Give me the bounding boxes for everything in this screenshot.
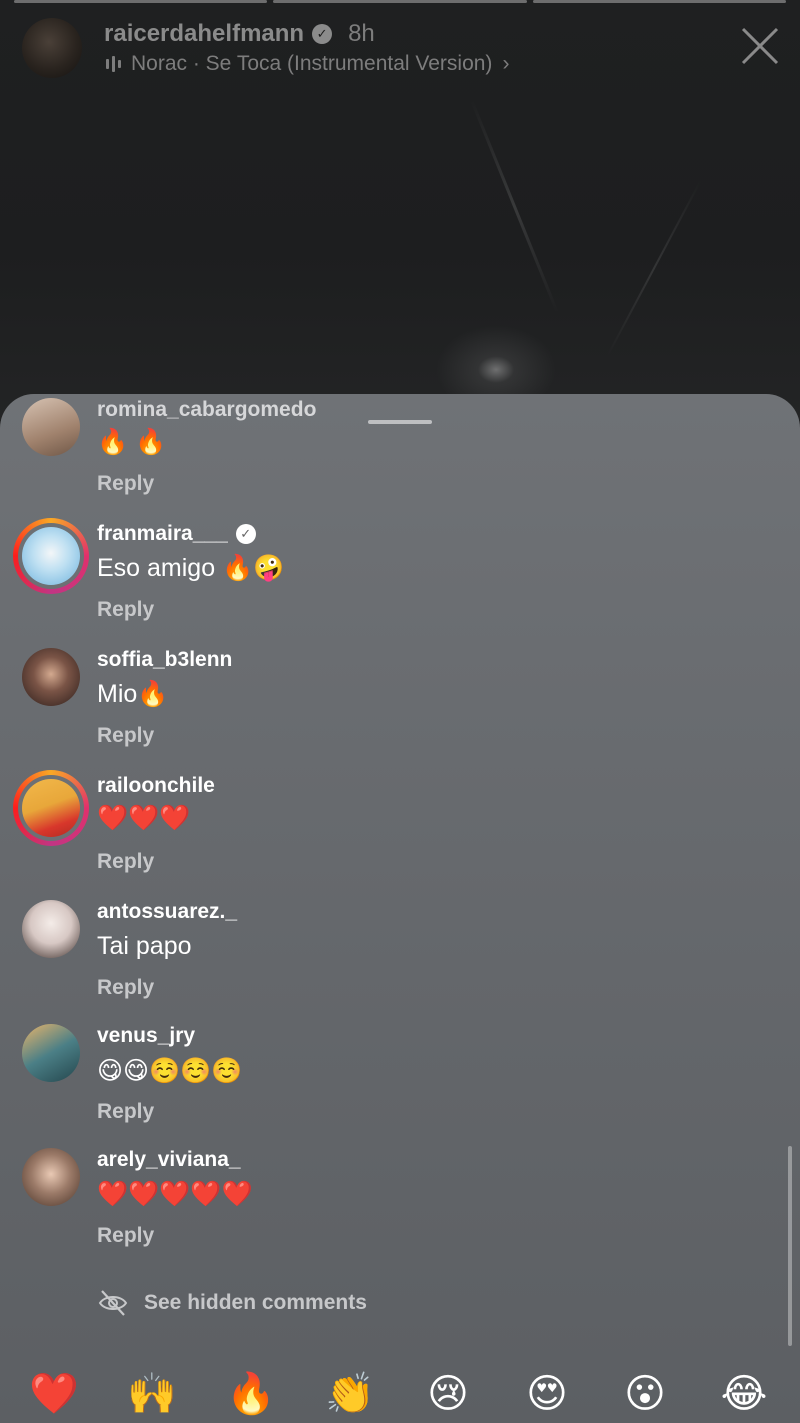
reply-button[interactable]: Reply — [97, 472, 154, 496]
reply-button[interactable]: Reply — [97, 1100, 154, 1124]
comment-text: ❤️❤️❤️ — [97, 804, 191, 832]
music-title[interactable]: Norac · Se Toca (Instrumental Version) — [131, 52, 492, 76]
story-music[interactable]: Norac · Se Toca (Instrumental Version) › — [106, 52, 509, 76]
comment-username[interactable]: soffia_b3lenn — [97, 648, 232, 672]
story-username[interactable]: raicerdahelfmann — [104, 20, 304, 48]
story-header: raicerdahelfmann ✓ 8h Norac · Se Toca (I… — [22, 16, 780, 80]
reaction-fire[interactable]: 🔥 — [221, 1366, 281, 1422]
story-author[interactable]: raicerdahelfmann ✓ 8h — [104, 20, 375, 48]
username-text[interactable]: railoonchile — [97, 774, 215, 798]
comment-text: Tai papo — [97, 932, 192, 960]
comment-username[interactable]: venus_jry — [97, 1024, 195, 1048]
reply-button[interactable]: Reply — [97, 850, 154, 874]
see-hidden-comments-label[interactable]: See hidden comments — [144, 1291, 367, 1315]
see-hidden-comments-button[interactable]: See hidden comments — [98, 1288, 367, 1318]
progress-segment — [14, 0, 268, 3]
story-time: 8h — [348, 20, 375, 47]
comment-text: Eso amigo 🔥🤪 — [97, 554, 285, 582]
comment-username[interactable]: romina_cabargomedo — [97, 398, 316, 422]
avatar[interactable] — [13, 770, 89, 846]
light-streak — [606, 179, 702, 358]
reply-button[interactable]: Reply — [97, 724, 154, 748]
reply-button[interactable]: Reply — [97, 598, 154, 622]
quick-reaction-bar: ❤️ 🙌 🔥 👏 😢 😍 😮 😂 — [0, 1366, 800, 1422]
reaction-heart-eyes[interactable]: 😍 — [517, 1366, 577, 1422]
avatar[interactable] — [22, 648, 80, 706]
username-text[interactable]: antossuarez._ — [97, 900, 237, 924]
avatar[interactable] — [22, 398, 80, 456]
chevron-right-icon: › — [502, 52, 510, 75]
close-icon[interactable] — [740, 26, 780, 66]
comment-text: 😋😋☺️☺️☺️ — [97, 1057, 243, 1085]
comment-text: 🔥 🔥 — [97, 428, 167, 456]
story-progress-bar — [14, 0, 786, 3]
avatar[interactable] — [22, 900, 80, 958]
reaction-laugh[interactable]: 😂 — [714, 1366, 774, 1422]
eye-slash-icon — [98, 1290, 128, 1316]
username-text[interactable]: venus_jry — [97, 1024, 195, 1048]
verified-badge-icon: ✓ — [312, 24, 333, 44]
comment-username[interactable]: arely_viviana_ — [97, 1148, 241, 1172]
light-streak — [470, 99, 560, 314]
comment-text: ❤️❤️❤️❤️❤️ — [97, 1180, 253, 1208]
username-text[interactable]: soffia_b3lenn — [97, 648, 232, 672]
reaction-cry[interactable]: 😢 — [418, 1366, 478, 1422]
username-text[interactable]: franmaira___ — [97, 522, 228, 546]
sheet-drag-handle[interactable] — [368, 420, 432, 424]
comment-text: Mio🔥 — [97, 680, 169, 708]
comment-username[interactable]: antossuarez._ — [97, 900, 237, 924]
reaction-heart[interactable]: ❤️ — [24, 1366, 84, 1422]
avatar[interactable] — [22, 1148, 80, 1206]
comment-username[interactable]: railoonchile — [97, 774, 215, 798]
avatar[interactable] — [22, 1024, 80, 1082]
reply-button[interactable]: Reply — [97, 976, 154, 1000]
username-text[interactable]: romina_cabargomedo — [97, 398, 316, 422]
scrollbar[interactable] — [788, 1146, 792, 1346]
music-bars-icon — [106, 56, 121, 72]
avatar[interactable] — [13, 518, 89, 594]
comments-sheet: romina_cabargomedo 🔥 🔥 Reply franmaira__… — [0, 394, 800, 1423]
progress-segment — [532, 0, 786, 3]
reaction-wow[interactable]: 😮 — [615, 1366, 675, 1422]
comment-username[interactable]: franmaira___ ✓ — [97, 522, 256, 546]
story-author-avatar[interactable] — [22, 18, 82, 78]
username-text[interactable]: arely_viviana_ — [97, 1148, 241, 1172]
reply-button[interactable]: Reply — [97, 1224, 154, 1248]
verified-badge-icon: ✓ — [235, 524, 256, 544]
reaction-raised-hands[interactable]: 🙌 — [122, 1366, 182, 1422]
progress-segment — [273, 0, 527, 3]
reaction-clap[interactable]: 👏 — [320, 1366, 380, 1422]
